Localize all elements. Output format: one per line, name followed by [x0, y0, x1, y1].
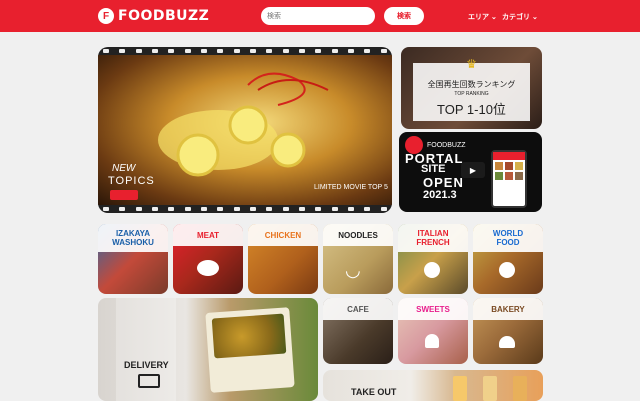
- nav-area-label: エリア: [468, 14, 489, 21]
- drink-cup-icon: [513, 376, 527, 401]
- category-meat[interactable]: MEAT: [173, 224, 243, 294]
- portal-line3: OPEN: [423, 175, 464, 190]
- search-button[interactable]: 検索: [384, 7, 424, 25]
- nav-area[interactable]: エリア ⌄: [468, 12, 497, 22]
- noodle-bowl-icon: ◡: [345, 260, 361, 280]
- plate-icon: [424, 262, 440, 278]
- new-topics-line1: NEW: [112, 163, 136, 174]
- category-izakaya-washoku[interactable]: IZAKAYA WASHOKU: [98, 224, 168, 294]
- category-label: BAKERY: [473, 298, 543, 320]
- bread-icon: [499, 336, 515, 348]
- film-holes-bottom: [98, 205, 392, 213]
- portal-brand: FOODBUZZ: [427, 142, 466, 149]
- portal-date: 2021.3: [423, 189, 457, 201]
- globe-icon: [499, 262, 515, 278]
- category-text: NOODLES: [338, 230, 378, 240]
- category-text: ITALIAN FRENCH: [416, 229, 450, 247]
- portal-line2: SITE: [421, 163, 446, 175]
- delivery-banner[interactable]: DELIVERY: [98, 298, 318, 401]
- category-text: IZAKAYA WASHOKU: [112, 229, 154, 247]
- drink-cup-icon: [483, 376, 497, 401]
- logo-mark-icon: F: [98, 8, 114, 24]
- phone-mockup: [491, 150, 527, 208]
- nav-category[interactable]: カテゴリ ⌄: [502, 12, 538, 22]
- ranking-subtitle: TOP RANKING: [454, 91, 489, 97]
- chevron-down-icon: ⌄: [490, 14, 497, 21]
- cupcake-icon: [425, 334, 439, 348]
- category-text: SWEETS: [416, 304, 450, 314]
- category-bakery[interactable]: BAKERY: [473, 298, 543, 364]
- logo-text: FOODBUZZ: [118, 8, 210, 24]
- category-world-food[interactable]: WORLD FOOD: [473, 224, 543, 294]
- foodbuzz-badge-icon: [110, 190, 138, 200]
- category-chicken[interactable]: CHICKEN: [248, 224, 318, 294]
- category-sweets[interactable]: SWEETS: [398, 298, 468, 364]
- category-text: BAKERY: [491, 304, 525, 314]
- delivery-label: DELIVERY: [124, 360, 169, 370]
- film-holes-top: [98, 47, 392, 55]
- category-text: WORLD FOOD: [492, 229, 524, 247]
- category-label: WORLD FOOD: [473, 224, 543, 252]
- ranking-banner[interactable]: ♛ 全国再生回数ランキング TOP RANKING TOP 1-10位: [401, 47, 542, 129]
- category-label: ITALIAN FRENCH: [398, 224, 468, 252]
- ranking-range: TOP 1-10位: [437, 102, 506, 117]
- search-input[interactable]: [261, 7, 375, 25]
- delivery-truck-icon: [138, 374, 160, 388]
- category-italian-french[interactable]: ITALIAN FRENCH: [398, 224, 468, 294]
- takeout-label: TAKE OUT: [351, 387, 397, 397]
- category-text: CAFE: [347, 304, 369, 314]
- meat-icon: [197, 260, 219, 276]
- category-cafe[interactable]: CAFE: [323, 298, 393, 364]
- hero-video-banner[interactable]: NEW TOPICS LIMITED MOVIE TOP 5: [98, 47, 392, 213]
- category-label: CAFE: [323, 298, 393, 320]
- delivery-food-box: [205, 307, 295, 393]
- new-topics-line2: TOPICS: [108, 175, 155, 187]
- category-text: CHICKEN: [264, 230, 302, 240]
- drink-cup-icon: [453, 376, 467, 401]
- site-logo[interactable]: F FOODBUZZ: [98, 8, 209, 24]
- limited-movie-label: LIMITED MOVIE TOP 5: [314, 184, 388, 191]
- category-label: SWEETS: [398, 298, 468, 320]
- nav-category-label: カテゴリ: [502, 14, 530, 21]
- chevron-down-icon: ⌄: [531, 14, 538, 21]
- category-label: MEAT: [173, 224, 243, 246]
- category-text: MEAT: [196, 230, 220, 240]
- ranking-title: 全国再生回数ランキング: [427, 80, 516, 89]
- takeout-banner[interactable]: TAKE OUT: [323, 370, 543, 401]
- crown-icon: ♛: [466, 57, 477, 71]
- play-icon[interactable]: ▶: [461, 162, 485, 178]
- category-label: IZAKAYA WASHOKU: [98, 224, 168, 252]
- portal-open-banner[interactable]: FOODBUZZ PORTAL SITE OPEN 2021.3 ▶: [399, 132, 542, 212]
- header-bar: F FOODBUZZ 検索 エリア ⌄ カテゴリ ⌄: [0, 0, 640, 32]
- category-label: CHICKEN: [248, 224, 318, 246]
- category-label: NOODLES: [323, 224, 393, 246]
- category-noodles[interactable]: NOODLES ◡: [323, 224, 393, 294]
